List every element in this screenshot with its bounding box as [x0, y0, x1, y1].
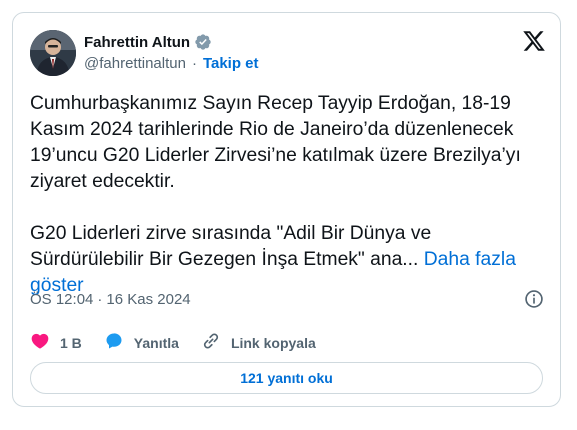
author-name-row: Fahrettin Altun — [84, 33, 212, 51]
reply-label: Yanıtla — [133, 334, 179, 351]
avatar[interactable] — [30, 30, 76, 76]
post-meta[interactable]: ÖS 12:04 · 16 Kas 2024 — [30, 291, 191, 308]
like-count: 1 B — [60, 334, 82, 351]
meta-separator: · — [97, 291, 103, 308]
post-text: Cumhurbaşkanımız Sayın Recep Tayyip Erdo… — [30, 91, 545, 299]
follow-button[interactable]: Takip et — [203, 55, 259, 72]
post-paragraph-2: G20 Liderleri zirve sırasında "Adil Bir … — [30, 223, 437, 270]
post-paragraph-1: Cumhurbaşkanımız Sayın Recep Tayyip Erdo… — [30, 93, 527, 192]
verified-badge-icon — [194, 33, 212, 51]
copy-link-button[interactable]: Link kopyala — [201, 331, 316, 354]
author-name[interactable]: Fahrettin Altun — [84, 34, 190, 51]
link-icon — [201, 331, 221, 354]
handle-separator: · — [191, 55, 197, 72]
info-icon[interactable] — [524, 289, 544, 309]
action-bar: 1 B Yanıtla Link kopyala — [30, 331, 338, 354]
reply-action[interactable]: Yanıtla — [104, 331, 179, 354]
copy-link-label: Link kopyala — [230, 334, 316, 351]
heart-icon — [30, 331, 50, 354]
post-time: ÖS 12:04 — [30, 291, 94, 308]
x-logo-icon[interactable] — [522, 29, 546, 53]
post-card: Fahrettin Altun @fahrettinaltun · Takip … — [12, 12, 561, 407]
author-handle-row: @fahrettinaltun · Takip et — [84, 55, 259, 72]
post-date: 16 Kas 2024 — [106, 291, 191, 308]
author-handle[interactable]: @fahrettinaltun — [84, 55, 186, 72]
read-replies-button[interactable]: 121 yanıtı oku — [30, 362, 543, 394]
like-button[interactable]: 1 B — [30, 331, 82, 354]
reply-bubble-icon — [104, 331, 124, 354]
